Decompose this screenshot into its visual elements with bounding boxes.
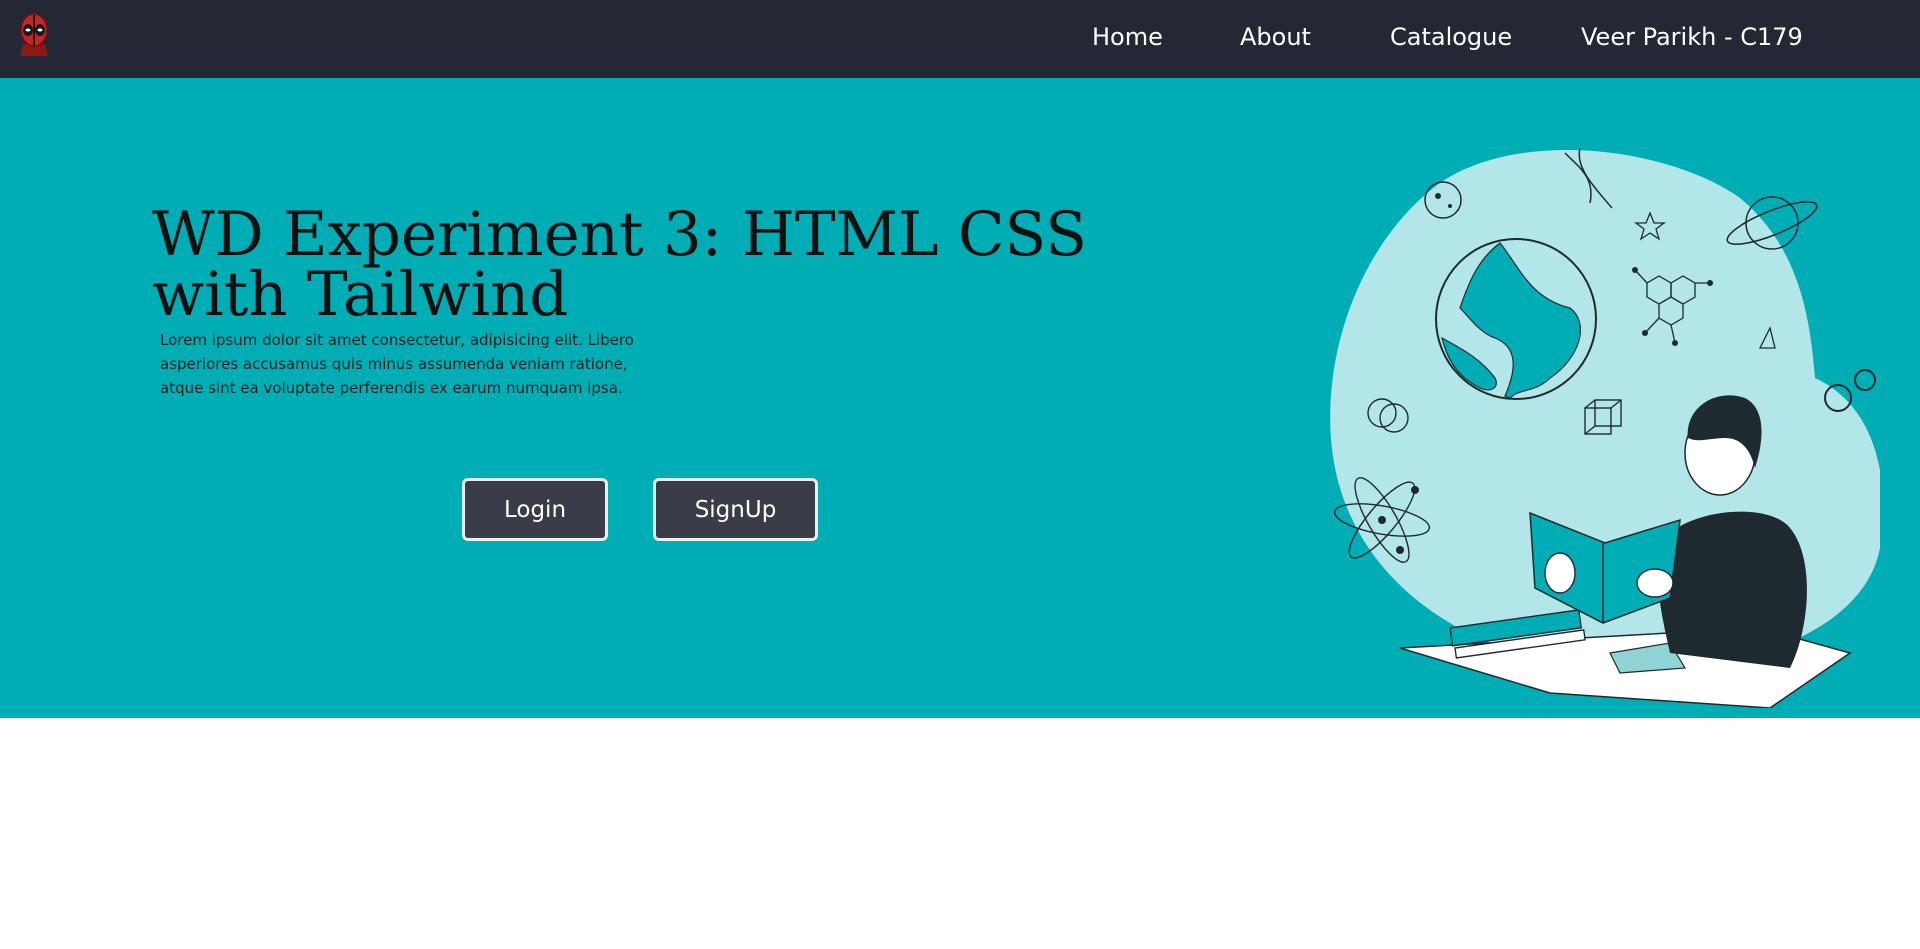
- nav-link-home[interactable]: Home: [1092, 23, 1163, 51]
- signup-button[interactable]: SignUp: [653, 478, 818, 541]
- hero-section: WD Experiment 3: HTML CSS with Tailwind …: [0, 78, 1920, 718]
- nav-link-about[interactable]: About: [1240, 23, 1311, 51]
- navbar: Home About Catalogue Veer Parikh - C179: [0, 0, 1920, 78]
- nav-link-user[interactable]: Veer Parikh - C179: [1581, 23, 1803, 51]
- login-button[interactable]: Login: [462, 478, 608, 541]
- nav-link-catalogue[interactable]: Catalogue: [1390, 23, 1512, 51]
- hero-description: Lorem ipsum dolor sit amet consectetur, …: [160, 331, 634, 397]
- hero-title: WD Experiment 3: HTML CSS with Tailwind: [152, 199, 1088, 330]
- nav-menu: Home About Catalogue Veer Parikh - C179: [0, 0, 1920, 78]
- student-reading-illustration: [1320, 108, 1884, 709]
